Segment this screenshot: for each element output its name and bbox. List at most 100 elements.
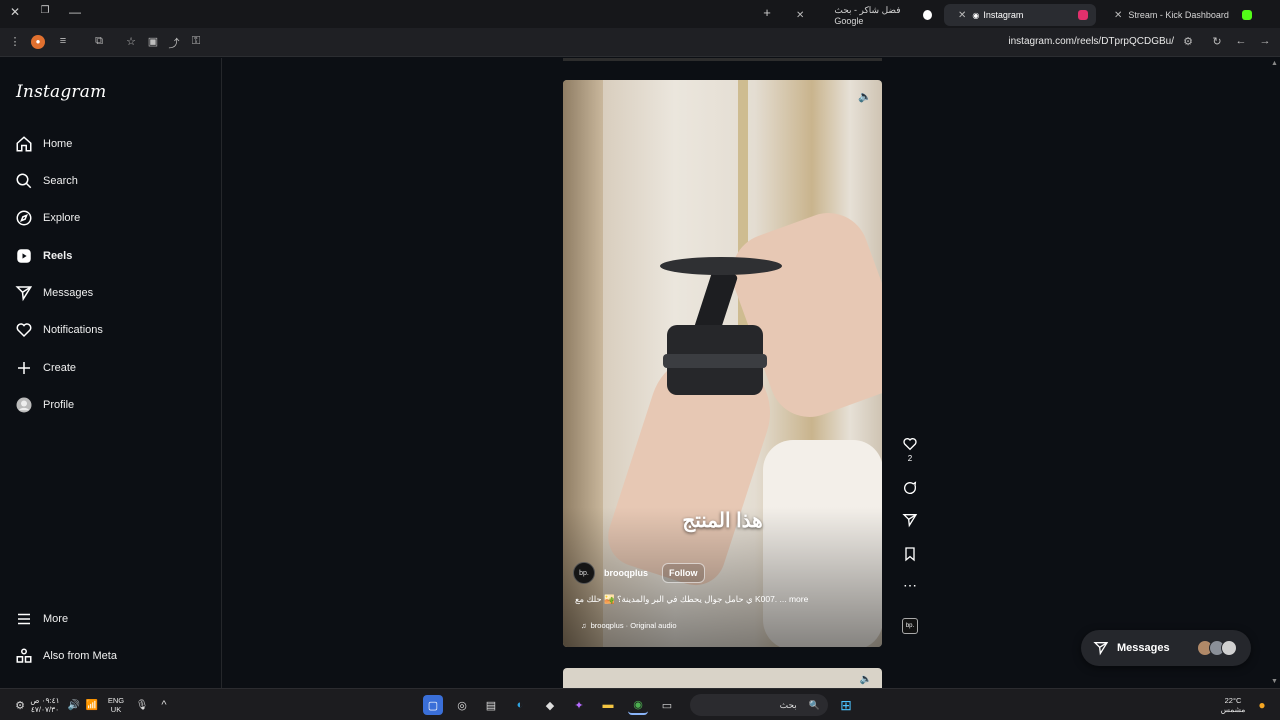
author-avatar[interactable]: bp. <box>573 562 595 584</box>
window-close-icon[interactable]: ✕ <box>6 5 24 19</box>
sidebar-item-also-from-meta[interactable]: Also from Meta <box>14 640 210 672</box>
volume-icon[interactable]: 🔈 <box>858 90 872 103</box>
chrome-icon[interactable]: ◉ <box>628 695 648 715</box>
new-tab-icon[interactable]: + <box>758 5 776 20</box>
tray-chevron-icon[interactable]: ^ <box>154 695 174 715</box>
forward-arrow-icon[interactable]: → <box>1258 35 1272 47</box>
app-icon[interactable]: ◆ <box>540 695 560 715</box>
like-button[interactable]: 2 <box>898 436 922 463</box>
tab-close-icon[interactable]: ✕ <box>1114 10 1122 21</box>
app-icon[interactable]: ◎ <box>452 695 472 715</box>
tab-close-icon[interactable]: ✕ <box>796 10 804 21</box>
sidebar-item-label: Search <box>43 175 78 187</box>
save-button[interactable] <box>898 546 922 562</box>
wifi-icon[interactable]: 📶 <box>82 695 102 715</box>
password-key-icon[interactable]: ⚿ <box>189 35 203 48</box>
tab-close-icon[interactable]: ✕ <box>958 10 966 21</box>
scroll-up-arrow-icon[interactable]: ▲ <box>1271 60 1278 67</box>
reel-description[interactable]: ي حامل جوال يحطك في البر والمدينة؟ 🏜️ حل… <box>575 594 808 605</box>
audio-thumbnail[interactable]: bp. <box>902 618 918 634</box>
sun-icon: ● <box>1258 698 1266 712</box>
comment-icon <box>904 481 917 494</box>
page-scrollbar[interactable]: ▲ ▼ <box>1269 58 1280 688</box>
audio-label: brooqplus · Original audio <box>590 621 677 630</box>
sidebar-item-explore[interactable]: Explore <box>14 202 210 234</box>
follow-button[interactable]: Follow <box>662 563 705 583</box>
tab-instagram[interactable]: ✕ ◉ Instagram <box>944 4 1096 26</box>
taskbar-search[interactable]: بحث 🔍 <box>690 694 828 716</box>
reel-overlay-text: هذا المنتج <box>682 510 763 532</box>
task-view-icon[interactable]: ▭ <box>657 695 677 715</box>
sidebar-item-notifications[interactable]: Notifications <box>14 314 210 346</box>
profile-avatar-icon[interactable]: ● <box>31 35 45 49</box>
share-icon[interactable]: ⤴ <box>167 35 181 51</box>
window-minimize-icon[interactable]: — <box>66 5 84 19</box>
sidebar-item-reels[interactable]: Reels <box>14 240 210 272</box>
volume-icon[interactable]: 🔈 <box>860 674 872 685</box>
address-bar: ⋮ ● ≡ ⧉ ☆ ▣ ⤴ ⚿ instagram.com/reels/DTpr… <box>0 28 1280 57</box>
back-arrow-icon[interactable]: ← <box>1234 35 1248 47</box>
profile-icon <box>14 395 34 415</box>
collections-icon[interactable]: ▣ <box>146 35 160 48</box>
reload-icon[interactable]: ↻ <box>1210 35 1224 48</box>
app-icon[interactable]: ▢ <box>423 695 443 715</box>
comment-button[interactable] <box>898 480 922 496</box>
sidebar-item-more[interactable]: More <box>14 603 210 635</box>
sidebar-item-create[interactable]: Create <box>14 352 210 384</box>
instagram-logo[interactable]: Instagram <box>16 82 106 102</box>
reels-icon <box>14 246 34 266</box>
language-indicator[interactable]: ENG UK <box>103 696 129 714</box>
file-explorer-icon[interactable]: ▬ <box>598 695 618 715</box>
previous-reel-edge[interactable] <box>563 58 882 61</box>
instagram-sidebar: Instagram Home Search Explore Reels Mess… <box>0 58 222 688</box>
sidebar-item-search[interactable]: Search <box>14 165 210 197</box>
sidebar-item-home[interactable]: Home <box>14 128 210 160</box>
sidebar-item-label: Explore <box>43 212 81 224</box>
tab-kick-dashboard[interactable]: ✕ Stream - Kick Dashboard <box>1100 4 1260 26</box>
sidebar-item-label: More <box>43 613 69 625</box>
url-text[interactable]: instagram.com/reels/DTprpQCDGBu/ <box>1008 36 1174 47</box>
speaker-icon[interactable]: 🔊 <box>64 695 84 715</box>
tab-google-search[interactable]: ✕ فضل شاكر - بحث Google <box>782 4 940 26</box>
sidebar-item-label: Create <box>43 362 77 374</box>
reel-video[interactable]: 🔈 هذا المنتج bp. brooqplus Follow ي حامل… <box>563 80 882 647</box>
menu-kebab-icon[interactable]: ⋮ <box>8 35 22 48</box>
meta-apps-icon <box>14 646 34 666</box>
kick-favicon-icon <box>1242 10 1252 20</box>
search-icon <box>14 171 34 191</box>
notification-bell-icon[interactable]: ⚙ <box>10 695 30 715</box>
author-username[interactable]: brooqplus <box>604 568 650 578</box>
message-avatars <box>1197 640 1237 656</box>
window-restore-icon[interactable]: ❐ <box>36 5 54 16</box>
sidebar-item-label: Home <box>43 138 73 150</box>
bookmark-star-icon[interactable]: ☆ <box>124 35 138 48</box>
search-icon: 🔍 <box>808 699 820 710</box>
bookmark-icon <box>905 547 915 562</box>
clock-time: ٠٩:٤١ ص <box>30 696 60 705</box>
heart-icon <box>14 320 34 340</box>
heart-icon <box>903 438 917 451</box>
scroll-down-arrow-icon[interactable]: ▼ <box>1271 678 1278 685</box>
windows-start-icon[interactable]: ⊞ <box>836 695 856 715</box>
music-note-icon: ♫ <box>581 621 587 630</box>
weather-widget[interactable]: 22°C مشمس <box>1216 696 1250 714</box>
messages-label: Messages <box>1117 642 1170 654</box>
sidebar-item-profile[interactable]: Profile <box>14 389 210 421</box>
next-reel-preview[interactable]: 🔈 <box>563 668 882 688</box>
share-button[interactable] <box>898 512 922 528</box>
sidebar-item-messages[interactable]: Messages <box>14 277 210 309</box>
messages-floating-button[interactable]: Messages <box>1081 630 1251 666</box>
instagram-favicon-icon <box>1078 10 1088 20</box>
edge-icon[interactable]: ◐ <box>510 695 530 715</box>
store-icon[interactable]: ▤ <box>481 695 501 715</box>
reel-audio[interactable]: ♫ brooqplus · Original audio <box>581 621 677 630</box>
copilot-icon[interactable]: ✦ <box>569 695 589 715</box>
weather-temperature: 22°C <box>1224 696 1242 705</box>
more-options-icon[interactable]: ⋯ <box>898 578 922 592</box>
reading-list-icon[interactable]: ≡ <box>56 35 70 47</box>
sidebar-item-label: Notifications <box>43 324 103 336</box>
microphone-icon[interactable]: 🎙 <box>132 695 152 715</box>
site-settings-icon[interactable]: ⚙ <box>1181 35 1195 48</box>
clock[interactable]: ٠٩:٤١ ص ٤٧/٠٧/٣٠ <box>28 696 62 714</box>
extensions-icon[interactable]: ⧉ <box>92 35 106 48</box>
